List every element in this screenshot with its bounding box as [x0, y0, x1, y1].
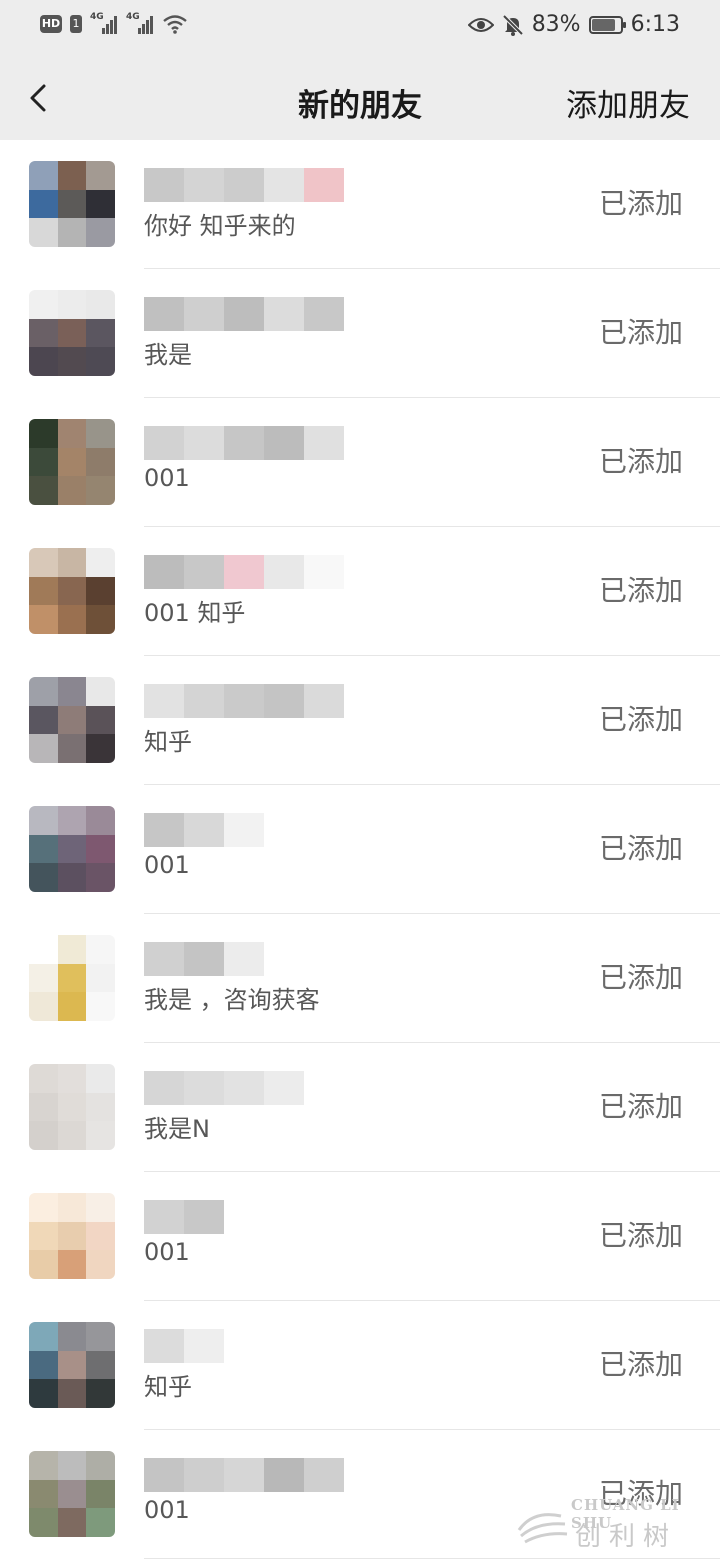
added-status-label: 已添加 [598, 445, 683, 478]
request-message: 001 知乎 [144, 599, 246, 627]
new-friends-list: 你好 知乎来的 已添加 我是 已添加 001 已添加 001 知乎 已添加 知乎 已添加 001 已添… [0, 140, 720, 1559]
status-bar: HD 1 4G 4G 83% 6:13 [0, 0, 720, 56]
avatar[interactable] [29, 419, 115, 505]
contact-name-redacted [144, 1200, 344, 1234]
contact-name-redacted [144, 942, 344, 976]
friend-request-row[interactable]: 知乎 已添加 [0, 656, 720, 785]
added-status-label: 已添加 [598, 703, 683, 736]
friend-request-row[interactable]: 001 已添加 [0, 1172, 720, 1301]
friend-request-row[interactable]: 001 知乎 已添加 [0, 527, 720, 656]
added-status-label: 已添加 [598, 1090, 683, 1123]
avatar[interactable] [29, 1322, 115, 1408]
request-message: 你好 知乎来的 [144, 212, 296, 240]
request-message: 001 [144, 1238, 190, 1266]
request-message: 我是 ，咨询获客 [144, 986, 320, 1014]
hd-icon: HD [40, 15, 62, 33]
added-status-label: 已添加 [598, 316, 683, 349]
request-message: 我是N [144, 1115, 210, 1143]
request-message: 001 [144, 464, 190, 492]
friend-request-row[interactable]: 我是 已添加 [0, 269, 720, 398]
contact-name-redacted [144, 813, 344, 847]
status-bar-left: HD 1 4G 4G [40, 12, 188, 34]
network-type-2: 4G [126, 12, 140, 22]
avatar[interactable] [29, 677, 115, 763]
avatar[interactable] [29, 548, 115, 634]
friend-request-row[interactable]: 001 已添加 [0, 398, 720, 527]
add-friend-button[interactable]: 添加朋友 [566, 80, 690, 125]
battery-icon [588, 15, 626, 34]
watermark: CHUANG LI SHU 创利树 [515, 1490, 715, 1552]
avatar[interactable] [29, 290, 115, 376]
added-status-label: 已添加 [598, 1348, 683, 1381]
added-status-label: 已添加 [598, 574, 683, 607]
contact-name-redacted [144, 297, 344, 331]
mute-bell-icon [502, 14, 524, 36]
watermark-chinese: 创利树 [575, 1522, 678, 1552]
signal-icon-2: 4G [126, 12, 154, 34]
avatar[interactable] [29, 1064, 115, 1150]
friend-request-row[interactable]: 知乎 已添加 [0, 1301, 720, 1430]
watermark-logo-icon [517, 1513, 568, 1544]
nav-bar: 新的朋友 添加朋友 [0, 56, 720, 140]
avatar[interactable] [29, 1193, 115, 1279]
avatar[interactable] [29, 935, 115, 1021]
sim-icon: 1 [70, 15, 82, 33]
wifi-icon [163, 15, 187, 34]
added-status-label: 已添加 [598, 187, 683, 220]
signal-icon-1: 4G [90, 12, 118, 34]
contact-name-redacted [144, 1458, 344, 1492]
added-status-label: 已添加 [598, 832, 683, 865]
request-message: 知乎 [144, 1373, 192, 1401]
battery-percent: 83% [531, 12, 581, 37]
friend-request-row[interactable]: 你好 知乎来的 已添加 [0, 140, 720, 269]
avatar[interactable] [29, 806, 115, 892]
network-type-1: 4G [90, 12, 104, 22]
request-message: 知乎 [144, 728, 192, 756]
avatar[interactable] [29, 161, 115, 247]
request-message: 001 [144, 1496, 190, 1524]
request-message: 我是 [144, 341, 192, 369]
friend-request-row[interactable]: 001 已添加 [0, 785, 720, 914]
contact-name-redacted [144, 555, 344, 589]
avatar[interactable] [29, 1451, 115, 1537]
contact-name-redacted [144, 684, 344, 718]
clock: 6:13 [630, 12, 680, 37]
added-status-label: 已添加 [598, 961, 683, 994]
contact-name-redacted [144, 1329, 344, 1363]
back-arrow-icon[interactable] [20, 78, 60, 118]
added-status-label: 已添加 [598, 1219, 683, 1252]
status-bar-right: 83% 6:13 [467, 12, 680, 37]
friend-request-row[interactable]: 我是 ，咨询获客 已添加 [0, 914, 720, 1043]
eye-icon [467, 17, 494, 32]
contact-name-redacted [144, 168, 344, 202]
contact-name-redacted [144, 1071, 344, 1105]
request-message: 001 [144, 851, 190, 879]
contact-name-redacted [144, 426, 344, 460]
friend-request-row[interactable]: 我是N 已添加 [0, 1043, 720, 1172]
